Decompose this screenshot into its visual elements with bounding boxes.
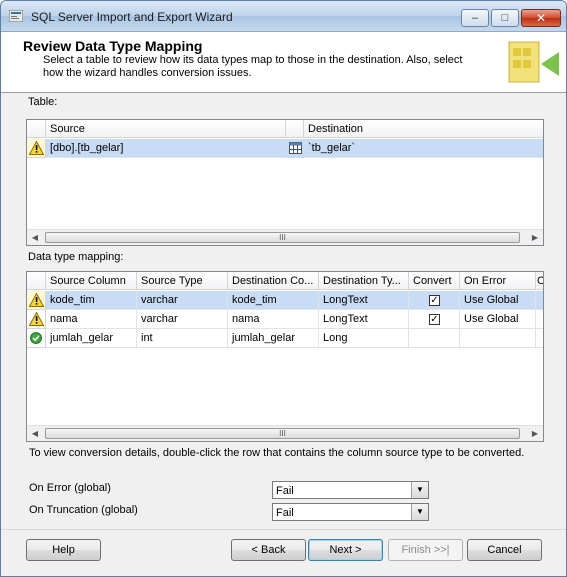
page-description: Select a table to review how its data ty…	[43, 54, 463, 79]
on-truncation-cell[interactable]	[536, 291, 543, 310]
finish-button[interactable]: Finish >>|	[388, 539, 463, 561]
column-header-destination-type[interactable]: Destination Ty...	[319, 272, 409, 290]
source-column-cell: jumlah_gelar	[46, 329, 137, 348]
warning-icon	[29, 141, 44, 155]
convert-cell	[409, 329, 460, 348]
destination-type-cell: LongText	[319, 291, 409, 310]
next-button[interactable]: Next >	[308, 539, 383, 561]
scroll-thumb[interactable]: III	[45, 428, 520, 439]
scroll-left-arrow-icon[interactable]: ◀	[29, 428, 41, 440]
mapping-horizontal-scrollbar[interactable]: ◀ III ▶	[27, 425, 543, 441]
scroll-thumb[interactable]: III	[45, 232, 520, 243]
column-header-destination[interactable]: Destination	[304, 120, 543, 138]
convert-cell: ✓	[409, 291, 460, 310]
app-icon	[9, 10, 23, 22]
column-header-spacer	[286, 120, 304, 138]
on-truncation-global-label: On Truncation (global)	[29, 504, 138, 516]
on-truncation-global-value: Fail	[276, 507, 294, 519]
scroll-left-arrow-icon[interactable]: ◀	[29, 232, 41, 244]
on-error-global-select[interactable]: Fail ▼	[272, 481, 429, 499]
wizard-window: SQL Server Import and Export Wizard – □ …	[0, 0, 567, 577]
destination-type-cell: LongText	[319, 310, 409, 329]
on-error-cell[interactable]	[460, 329, 536, 348]
mapping-row[interactable]: jumlah_gelar int jumlah_gelar Long	[27, 329, 543, 348]
column-header-convert[interactable]: Convert	[409, 272, 460, 290]
row-status	[27, 139, 46, 158]
window-title: SQL Server Import and Export Wizard	[31, 10, 233, 24]
mapping-row[interactable]: kode_tim varchar kode_tim LongText ✓ Use…	[27, 291, 543, 310]
on-truncation-global-select[interactable]: Fail ▼	[272, 503, 429, 521]
convert-checkbox[interactable]: ✓	[429, 314, 440, 325]
wizard-graphic-icon	[508, 41, 559, 83]
warning-icon	[29, 293, 44, 307]
scroll-right-arrow-icon[interactable]: ▶	[529, 232, 541, 244]
page-header: Review Data Type Mapping Select a table …	[1, 32, 566, 93]
on-error-global-value: Fail	[276, 485, 294, 497]
row-status	[27, 329, 46, 348]
on-truncation-cell[interactable]	[536, 329, 543, 348]
convert-checkbox[interactable]: ✓	[429, 295, 440, 306]
close-button[interactable]: ✕	[521, 9, 561, 27]
destination-column-cell: nama	[228, 310, 319, 329]
mapping-row[interactable]: nama varchar nama LongText ✓ Use Global	[27, 310, 543, 329]
hint-text: To view conversion details, double-click…	[29, 447, 525, 459]
destination-column-cell: kode_tim	[228, 291, 319, 310]
minimize-button[interactable]: –	[461, 9, 489, 27]
page-title: Review Data Type Mapping	[23, 38, 203, 54]
ok-icon	[30, 332, 42, 344]
source-column-cell: kode_tim	[46, 291, 137, 310]
on-error-global-label: On Error (global)	[29, 482, 111, 494]
table-source-cell: [dbo].[tb_gelar]	[46, 139, 286, 158]
source-type-cell: int	[137, 329, 228, 348]
footer-divider	[1, 529, 566, 530]
help-button[interactable]: Help	[26, 539, 101, 561]
on-error-cell[interactable]: Use Global	[460, 310, 536, 329]
source-type-cell: varchar	[137, 291, 228, 310]
table-row[interactable]: [dbo].[tb_gelar] `tb_gelar`	[27, 139, 543, 158]
mapping-label: Data type mapping:	[28, 251, 124, 263]
table-grid-corner	[27, 120, 46, 138]
destination-type-cell: Long	[319, 329, 409, 348]
row-status	[27, 291, 46, 310]
row-status	[27, 310, 46, 329]
column-header-source-column[interactable]: Source Column	[46, 272, 137, 290]
table-grid[interactable]: Source Destination [dbo].[tb_gelar] `tb_…	[26, 119, 544, 246]
mapping-grid[interactable]: Source Column Source Type Destination Co…	[26, 271, 544, 442]
source-column-cell: nama	[46, 310, 137, 329]
chevron-down-icon[interactable]: ▼	[411, 504, 428, 520]
table-destination-cell: `tb_gelar`	[304, 139, 543, 158]
on-truncation-cell[interactable]	[536, 310, 543, 329]
column-header-source-type[interactable]: Source Type	[137, 272, 228, 290]
chevron-down-icon[interactable]: ▼	[411, 482, 428, 498]
on-error-cell[interactable]: Use Global	[460, 291, 536, 310]
warning-icon	[29, 312, 44, 326]
source-type-cell: varchar	[137, 310, 228, 329]
destination-column-cell: jumlah_gelar	[228, 329, 319, 348]
title-bar[interactable]: SQL Server Import and Export Wizard – □ …	[1, 1, 566, 32]
column-header-destination-column[interactable]: Destination Co...	[228, 272, 319, 290]
table-icon	[289, 142, 302, 154]
maximize-button[interactable]: □	[491, 9, 519, 27]
scroll-right-arrow-icon[interactable]: ▶	[529, 428, 541, 440]
column-header-on-truncation[interactable]: O	[536, 272, 543, 290]
table-horizontal-scrollbar[interactable]: ◀ III ▶	[27, 229, 543, 245]
mapping-grid-corner	[27, 272, 46, 290]
cancel-button[interactable]: Cancel	[467, 539, 542, 561]
column-header-source[interactable]: Source	[46, 120, 286, 138]
back-button[interactable]: < Back	[231, 539, 306, 561]
column-header-on-error[interactable]: On Error	[460, 272, 536, 290]
table-label: Table:	[28, 96, 58, 108]
convert-cell: ✓	[409, 310, 460, 329]
